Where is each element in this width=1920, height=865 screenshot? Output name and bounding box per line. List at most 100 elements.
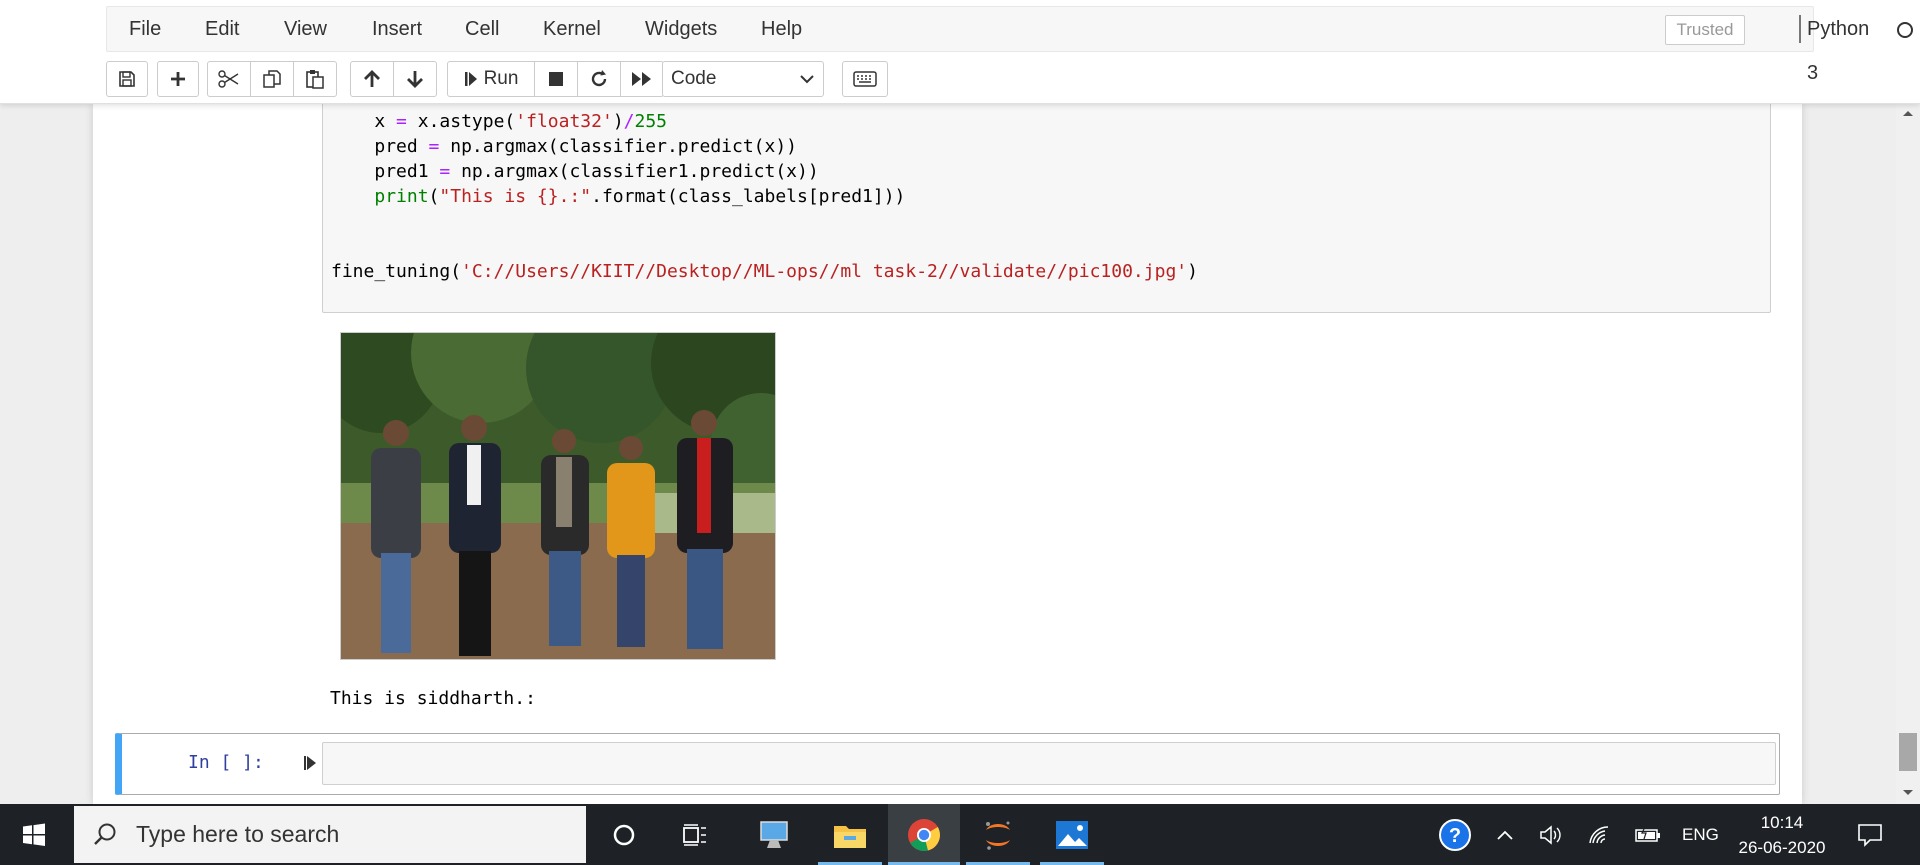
svg-text:?: ? bbox=[1449, 825, 1461, 847]
code-editor[interactable]: x = x.astype('float32')/255 pred = np.ar… bbox=[322, 104, 1771, 313]
paste-button[interactable] bbox=[293, 61, 337, 97]
interrupt-button[interactable] bbox=[534, 61, 578, 97]
cell-type-select[interactable]: Code bbox=[662, 61, 824, 97]
trusted-indicator[interactable]: Trusted bbox=[1665, 15, 1745, 45]
taskbar-app-chrome[interactable] bbox=[888, 804, 960, 865]
scroll-down-arrow-icon[interactable] bbox=[1900, 788, 1916, 798]
code-token: fine_tuning( bbox=[331, 261, 462, 282]
code-token: pred1 bbox=[374, 161, 440, 182]
chrome-icon bbox=[908, 818, 940, 851]
code-token: np.argmax(classifier.predict(x)) bbox=[439, 136, 798, 157]
battery-icon bbox=[1635, 826, 1660, 842]
restart-icon bbox=[591, 70, 607, 87]
stop-icon bbox=[549, 72, 563, 86]
run-cell-icon[interactable] bbox=[303, 754, 317, 772]
code-token: = bbox=[428, 136, 440, 157]
battery-button[interactable] bbox=[1630, 804, 1666, 865]
move-down-button[interactable] bbox=[393, 61, 437, 97]
run-button[interactable]: Run bbox=[447, 61, 535, 97]
task-view-icon bbox=[683, 823, 706, 846]
output-image bbox=[340, 332, 776, 660]
menu-widgets[interactable]: Widgets bbox=[645, 7, 717, 51]
input-language[interactable]: ENG bbox=[1682, 804, 1719, 865]
keyboard-icon bbox=[853, 71, 877, 87]
code-token: = bbox=[439, 161, 451, 182]
insert-cell-button[interactable] bbox=[157, 61, 199, 97]
taskbar-app-remote-desktop[interactable] bbox=[746, 804, 802, 865]
plus-icon bbox=[171, 72, 185, 86]
restart-button[interactable] bbox=[577, 61, 621, 97]
notification-icon bbox=[1858, 823, 1882, 847]
start-button[interactable] bbox=[8, 804, 60, 865]
code-token: 255 bbox=[634, 111, 668, 132]
run-label: Run bbox=[483, 68, 519, 89]
menu-edit[interactable]: Edit bbox=[205, 7, 239, 51]
menu-view[interactable]: View bbox=[284, 7, 327, 51]
copy-icon bbox=[263, 70, 281, 88]
task-view-button[interactable] bbox=[668, 804, 724, 865]
windows-taskbar: Type here to search ? ENG 10:14 26-06-20… bbox=[0, 804, 1920, 865]
arrow-up-icon bbox=[364, 70, 380, 87]
network-button[interactable] bbox=[1582, 804, 1616, 865]
input-prompt: In [ ]: bbox=[188, 752, 264, 773]
menu-insert[interactable]: Insert bbox=[372, 7, 422, 51]
action-center-button[interactable] bbox=[1846, 804, 1894, 865]
menubar: File Edit View Insert Cell Kernel Widget… bbox=[106, 6, 1913, 84]
taskbar-app-photos[interactable] bbox=[1040, 804, 1104, 865]
help-tray-button[interactable]: ? bbox=[1432, 804, 1478, 865]
code-line: pred = np.argmax(classifier.predict(x)) bbox=[331, 134, 797, 159]
menu-file[interactable]: File bbox=[129, 7, 161, 51]
code-token: x.astype( bbox=[406, 111, 516, 132]
fast-forward-icon bbox=[632, 72, 651, 86]
folder-icon bbox=[834, 825, 866, 848]
clock-date: 26-06-2020 bbox=[1738, 838, 1826, 857]
scroll-up-arrow-icon[interactable] bbox=[1900, 108, 1916, 118]
search-placeholder: Type here to search bbox=[136, 821, 340, 847]
scrollbar-thumb[interactable] bbox=[1899, 733, 1917, 771]
taskbar-app-jupyter[interactable] bbox=[966, 804, 1030, 865]
photos-icon bbox=[1056, 820, 1088, 849]
copy-button[interactable] bbox=[250, 61, 294, 97]
code-line: x = x.astype('float32')/255 bbox=[331, 109, 667, 134]
code-token: ) bbox=[612, 111, 624, 132]
step-forward-icon bbox=[464, 72, 477, 86]
speaker-icon bbox=[1540, 824, 1561, 845]
restart-run-all-button[interactable] bbox=[620, 61, 664, 97]
move-up-button[interactable] bbox=[350, 61, 394, 97]
computer-icon bbox=[760, 820, 788, 848]
group-photo bbox=[341, 333, 775, 659]
kernel-idle-icon bbox=[1897, 22, 1913, 38]
save-button[interactable] bbox=[106, 61, 148, 97]
code-token: "This is {}.:" bbox=[439, 186, 592, 207]
system-clock[interactable]: 10:14 26-06-2020 bbox=[1736, 810, 1828, 860]
code-line: pred1 = np.argmax(classifier1.predict(x)… bbox=[331, 159, 819, 184]
scissors-icon bbox=[218, 70, 239, 88]
chevron-up-icon bbox=[1497, 830, 1513, 840]
cut-button[interactable] bbox=[207, 61, 251, 97]
taskbar-app-file-explorer[interactable] bbox=[818, 804, 882, 865]
code-line: fine_tuning('C://Users//KIIT//Desktop//M… bbox=[331, 259, 1198, 284]
arrow-down-icon bbox=[407, 71, 423, 88]
code-token: 'float32' bbox=[515, 111, 613, 132]
menu-cell[interactable]: Cell bbox=[465, 7, 499, 51]
kernel-name[interactable]: Python 3 bbox=[1807, 7, 1869, 84]
code-line: print("This is {}.:".format(class_labels… bbox=[331, 184, 905, 209]
notebook-header: File Edit View Insert Cell Kernel Widget… bbox=[0, 0, 1920, 104]
kernel-divider bbox=[1799, 15, 1801, 43]
menu-help[interactable]: Help bbox=[761, 7, 802, 51]
taskbar-search-box[interactable]: Type here to search bbox=[74, 806, 586, 863]
show-hidden-icons-button[interactable] bbox=[1488, 804, 1522, 865]
code-token: pred bbox=[374, 136, 429, 157]
code-token: np.argmax(classifier1.predict(x)) bbox=[450, 161, 819, 182]
jupyter-icon bbox=[986, 821, 1010, 850]
cortana-button[interactable] bbox=[596, 804, 652, 865]
code-token: print bbox=[374, 186, 429, 207]
new-cell-input[interactable] bbox=[322, 742, 1776, 785]
command-palette-button[interactable] bbox=[842, 61, 888, 97]
new-code-cell[interactable]: In [ ]: bbox=[115, 733, 1780, 795]
menu-kernel[interactable]: Kernel bbox=[543, 7, 601, 51]
page-scrollbar[interactable] bbox=[1896, 104, 1920, 804]
cortana-circle-icon bbox=[613, 824, 635, 845]
volume-button[interactable] bbox=[1534, 804, 1568, 865]
cell-type-value: Code bbox=[671, 68, 717, 89]
